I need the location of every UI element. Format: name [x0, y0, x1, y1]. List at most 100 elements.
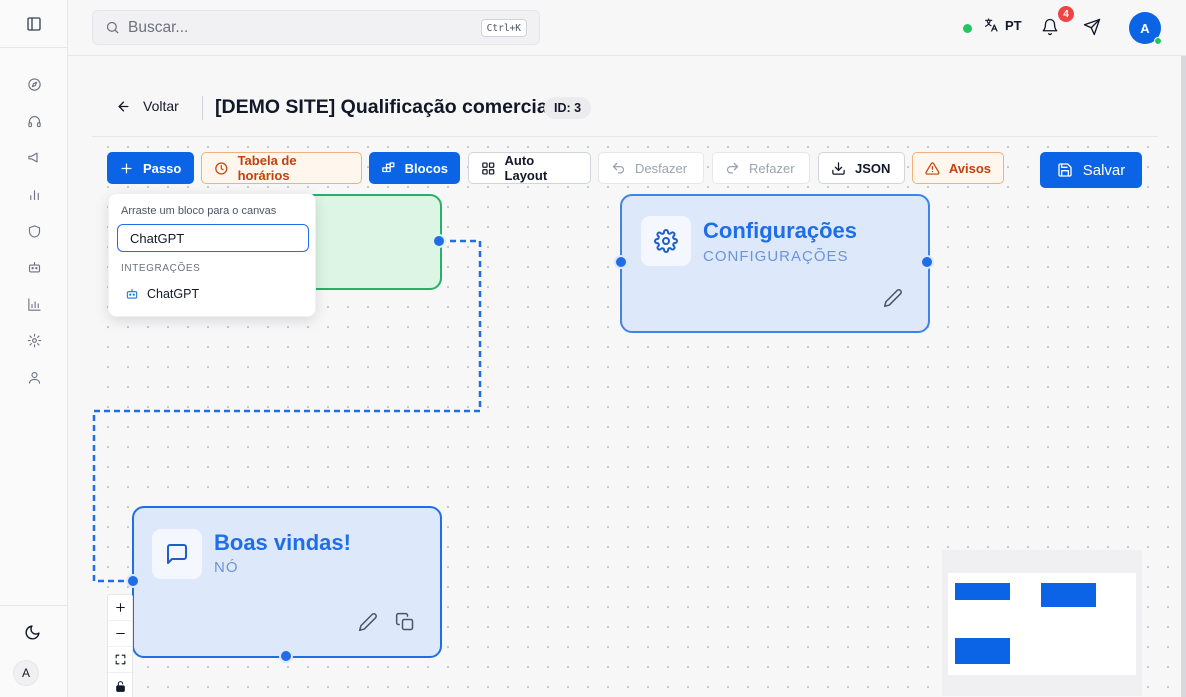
download-icon — [832, 161, 845, 175]
zoom-controls — [107, 594, 133, 697]
add-step-button[interactable]: Passo — [107, 152, 194, 184]
theme-toggle-button[interactable] — [24, 624, 41, 646]
welcome-node-subtitle: NÓ — [214, 559, 239, 576]
pencil-icon — [358, 613, 377, 632]
bar-chart-icon — [29, 190, 39, 201]
config-node-output-handle[interactable] — [920, 255, 934, 269]
fit-view-button[interactable] — [108, 647, 132, 673]
notifications-button[interactable] — [1041, 18, 1059, 41]
back-label: Voltar — [143, 98, 179, 114]
search-input[interactable]: Buscar... Ctrl+K — [92, 10, 540, 45]
lock-button[interactable] — [108, 673, 132, 697]
save-button[interactable]: Salvar — [1040, 152, 1142, 188]
clock-icon — [215, 161, 228, 175]
blocks-icon — [382, 161, 395, 172]
edit-button[interactable] — [358, 612, 378, 637]
sidebar: A — [0, 0, 68, 697]
lock-icon — [115, 680, 125, 692]
redo-icon — [726, 162, 739, 173]
sidebar-avatar[interactable]: A — [13, 660, 39, 686]
config-node-icon-box — [641, 216, 691, 266]
block-option-label: ChatGPT — [147, 287, 200, 301]
language-label: PT — [1005, 17, 1022, 33]
block-picker-hint: Arraste um bloco para o canvas — [121, 205, 277, 217]
schedule-button[interactable]: Tabela de horários — [201, 152, 362, 184]
minimap-node — [1041, 583, 1096, 607]
pencil-icon — [883, 289, 902, 308]
undo-button[interactable]: Desfazer — [598, 152, 704, 184]
sidebar-item-compass[interactable] — [0, 66, 68, 103]
page-title: [DEMO SITE] Qualificação comercial — [215, 96, 554, 118]
id-badge: ID: 3 — [544, 97, 592, 119]
config-node-subtitle: CONFIGURAÇÕES — [703, 248, 849, 265]
sidebar-toggle-button[interactable] — [0, 0, 67, 48]
zoom-out-button[interactable] — [108, 621, 132, 647]
warnings-button[interactable]: Avisos — [912, 152, 1004, 184]
gear-icon — [654, 229, 678, 253]
start-node[interactable] — [300, 194, 442, 290]
config-node-input-handle[interactable] — [614, 255, 628, 269]
divider — [202, 96, 203, 120]
json-button[interactable]: JSON — [818, 152, 905, 184]
integrations-section-label: INTEGRAÇÕES — [121, 263, 201, 274]
user-icon — [28, 371, 40, 384]
minus-icon — [115, 632, 125, 635]
bot-icon — [126, 288, 138, 299]
block-picker-dropdown: Arraste um bloco para o canvas INTEGRAÇÕ… — [108, 193, 316, 317]
search-icon — [106, 21, 119, 34]
megaphone-icon — [27, 152, 38, 163]
sidebar-item-megaphone[interactable] — [0, 140, 68, 177]
duplicate-button[interactable] — [395, 612, 415, 637]
blocks-button[interactable]: Blocos — [369, 152, 460, 184]
shield-icon — [28, 224, 40, 238]
compass-icon — [27, 78, 41, 91]
start-node-output-handle[interactable] — [432, 234, 446, 248]
warning-icon — [925, 161, 940, 175]
search-placeholder: Buscar... — [128, 18, 189, 36]
notification-count-badge: 4 — [1058, 6, 1074, 22]
auto-layout-button[interactable]: Auto Layout — [468, 152, 591, 184]
bell-icon — [1042, 18, 1058, 36]
message-square-icon — [167, 544, 187, 564]
sidebar-item-bot[interactable] — [0, 249, 68, 286]
minimap-viewport[interactable] — [948, 573, 1136, 675]
undo-icon — [612, 162, 625, 173]
scrollbar[interactable] — [1181, 56, 1186, 697]
block-search-input[interactable] — [117, 224, 309, 252]
fullscreen-icon — [115, 654, 125, 665]
welcome-node-output-handle[interactable] — [279, 649, 293, 663]
minimap-node — [955, 638, 1010, 664]
welcome-node-input-handle[interactable] — [126, 574, 140, 588]
welcome-node-icon-box — [152, 529, 202, 579]
sidebar-footer: A — [0, 605, 68, 697]
translate-icon — [985, 18, 998, 32]
save-icon — [1058, 163, 1072, 177]
sidebar-item-shield[interactable] — [0, 213, 68, 250]
sidebar-item-analytics[interactable] — [0, 286, 68, 323]
sidebar-panel-icon — [26, 16, 41, 31]
block-option-chatgpt[interactable]: ChatGPT — [117, 283, 309, 305]
sidebar-item-bar-chart[interactable] — [0, 176, 68, 213]
back-button[interactable]: Voltar — [116, 98, 179, 114]
send-button[interactable] — [1083, 18, 1101, 41]
sidebar-item-headset[interactable] — [0, 103, 68, 140]
zoom-in-button[interactable] — [108, 595, 132, 621]
layout-grid-icon — [482, 161, 495, 175]
sidebar-nav — [0, 48, 67, 396]
sidebar-item-user[interactable] — [0, 359, 68, 396]
bot-icon — [28, 262, 40, 273]
edit-button[interactable] — [883, 288, 903, 313]
send-icon — [1083, 18, 1101, 36]
language-selector[interactable]: PT — [983, 17, 1022, 33]
plus-icon — [121, 163, 132, 173]
headset-icon — [27, 115, 41, 127]
online-indicator — [1154, 37, 1162, 45]
status-indicator — [963, 24, 972, 33]
welcome-node[interactable]: Boas vindas! NÓ — [132, 506, 442, 658]
config-node[interactable]: Configurações CONFIGURAÇÕES — [620, 194, 930, 333]
sidebar-item-settings[interactable] — [0, 323, 68, 360]
config-node-title: Configurações — [703, 218, 858, 243]
plus-icon — [115, 603, 125, 612]
search-shortcut-hint: Ctrl+K — [480, 19, 527, 37]
redo-button[interactable]: Refazer — [712, 152, 810, 184]
